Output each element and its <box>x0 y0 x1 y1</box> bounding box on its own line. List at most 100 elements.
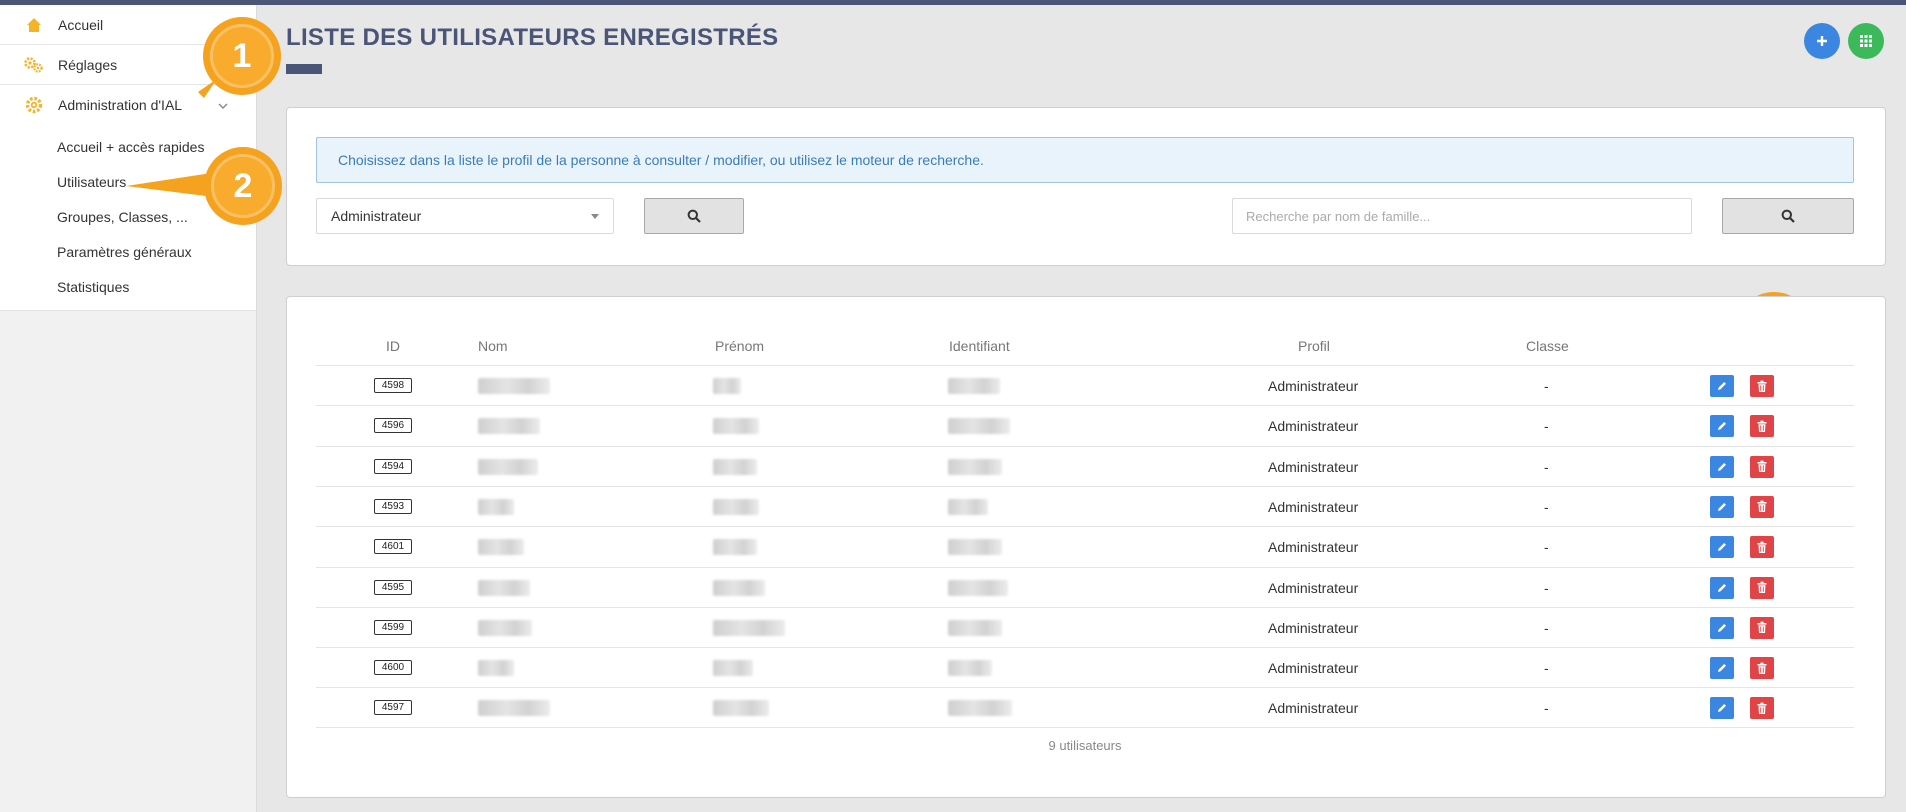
add-user-button[interactable] <box>1804 23 1840 59</box>
user-profile: Administrateur <box>1268 579 1359 596</box>
trash-icon <box>1757 662 1767 674</box>
user-id-badge: 4598 <box>374 378 412 393</box>
table-row: 4601 Administrateur - <box>316 526 1854 567</box>
user-profile: Administrateur <box>1268 660 1359 677</box>
pencil-icon <box>1718 462 1726 471</box>
user-id-badge: 4594 <box>374 458 412 474</box>
redacted-identifiant <box>948 539 1002 556</box>
user-count: 9 utilisateurs <box>1048 738 1122 753</box>
delete-user-button[interactable] <box>1750 455 1774 478</box>
table-row: 4595 Administrateur - <box>316 566 1854 608</box>
redacted-nom <box>478 579 530 596</box>
profile-select-value: Administrateur <box>331 208 422 224</box>
redacted-prenom <box>713 418 759 435</box>
pencil-icon <box>1718 502 1726 511</box>
delete-user-button[interactable] <box>1750 536 1774 559</box>
table-row: 4597 Administrateur - <box>316 687 1854 728</box>
plus-icon <box>1817 36 1827 46</box>
grid-icon <box>1860 35 1872 47</box>
search-icon <box>1781 209 1795 223</box>
title-underline <box>286 64 322 74</box>
pencil-icon <box>1718 422 1726 431</box>
user-classe: - <box>1544 700 1549 717</box>
trash-icon <box>1757 702 1767 714</box>
info-alert: Choisissez dans la liste le profil de la… <box>316 137 1854 183</box>
redacted-prenom <box>713 579 765 596</box>
table-row: 4600 Administrateur - <box>316 647 1854 688</box>
edit-user-button[interactable] <box>1710 697 1734 720</box>
user-classe: - <box>1544 418 1549 435</box>
redacted-identifiant <box>948 498 988 515</box>
pencil-icon <box>1718 382 1726 390</box>
edit-user-button[interactable] <box>1710 455 1734 478</box>
page-title: LISTE DES UTILISATEURS ENREGISTRÉS <box>286 24 779 51</box>
user-classe: - <box>1544 539 1549 556</box>
edit-user-button[interactable] <box>1710 536 1734 559</box>
caret-down-icon <box>591 214 599 219</box>
user-profile: Administrateur <box>1268 378 1359 394</box>
redacted-nom <box>478 498 514 515</box>
user-id-badge: 4595 <box>374 579 412 595</box>
name-search-input[interactable] <box>1232 198 1692 234</box>
edit-user-button[interactable] <box>1710 576 1734 599</box>
user-id-badge: 4597 <box>374 700 412 716</box>
redacted-nom <box>478 378 550 394</box>
redacted-nom <box>478 660 514 677</box>
trash-icon <box>1757 500 1767 513</box>
redacted-identifiant <box>948 619 1002 636</box>
redacted-nom <box>478 619 532 636</box>
edit-user-button[interactable] <box>1710 495 1734 518</box>
user-id-badge: 4596 <box>374 418 412 434</box>
edit-user-button[interactable] <box>1710 415 1734 438</box>
pencil-icon <box>1718 583 1726 592</box>
column-header-id: ID <box>386 338 400 354</box>
edit-user-button[interactable] <box>1710 657 1734 680</box>
delete-user-button[interactable] <box>1750 495 1774 518</box>
delete-user-button[interactable] <box>1750 616 1774 639</box>
table-row: 4593 Administrateur - <box>316 485 1854 527</box>
user-id-badge: 4599 <box>374 619 412 635</box>
trash-icon <box>1757 541 1767 553</box>
profile-search-button[interactable] <box>644 198 744 234</box>
search-panel <box>286 107 1886 266</box>
redacted-prenom <box>713 378 741 394</box>
column-header-nom: Nom <box>478 338 508 354</box>
profile-select[interactable]: Administrateur <box>316 198 614 234</box>
user-classe: - <box>1544 498 1549 515</box>
redacted-identifiant <box>948 458 1002 475</box>
trash-icon <box>1757 460 1767 473</box>
redacted-prenom <box>713 458 757 475</box>
redacted-prenom <box>713 700 769 717</box>
user-id-badge: 4601 <box>374 539 412 555</box>
pencil-icon <box>1718 543 1726 552</box>
user-classe: - <box>1544 458 1549 475</box>
redacted-nom <box>478 700 550 717</box>
search-icon <box>687 209 701 223</box>
delete-user-button[interactable] <box>1750 415 1774 438</box>
user-profile: Administrateur <box>1268 418 1359 435</box>
redacted-identifiant <box>948 378 1000 394</box>
delete-user-button[interactable] <box>1750 576 1774 599</box>
callout-2: 2 <box>204 147 282 225</box>
redacted-nom <box>478 418 540 435</box>
column-header-prenom: Prénom <box>715 338 765 354</box>
delete-user-button[interactable] <box>1750 697 1774 720</box>
user-classe: - <box>1544 660 1549 677</box>
column-header-identifiant: Identifiant <box>949 338 1010 354</box>
pencil-icon <box>1718 664 1726 673</box>
user-classe: - <box>1544 378 1549 394</box>
name-search-button[interactable] <box>1722 198 1854 234</box>
delete-user-button[interactable] <box>1750 657 1774 680</box>
trash-icon <box>1757 380 1767 392</box>
delete-user-button[interactable] <box>1750 375 1774 397</box>
edit-user-button[interactable] <box>1710 375 1734 397</box>
user-profile: Administrateur <box>1268 498 1359 515</box>
edit-user-button[interactable] <box>1710 616 1734 639</box>
user-profile: Administrateur <box>1268 539 1359 556</box>
grid-view-button[interactable] <box>1848 23 1884 59</box>
redacted-prenom <box>713 619 785 636</box>
redacted-prenom <box>713 498 759 515</box>
redacted-identifiant <box>948 418 1010 435</box>
callout-1: 1 <box>203 17 281 95</box>
table-row: 4596 Administrateur - <box>316 405 1854 446</box>
